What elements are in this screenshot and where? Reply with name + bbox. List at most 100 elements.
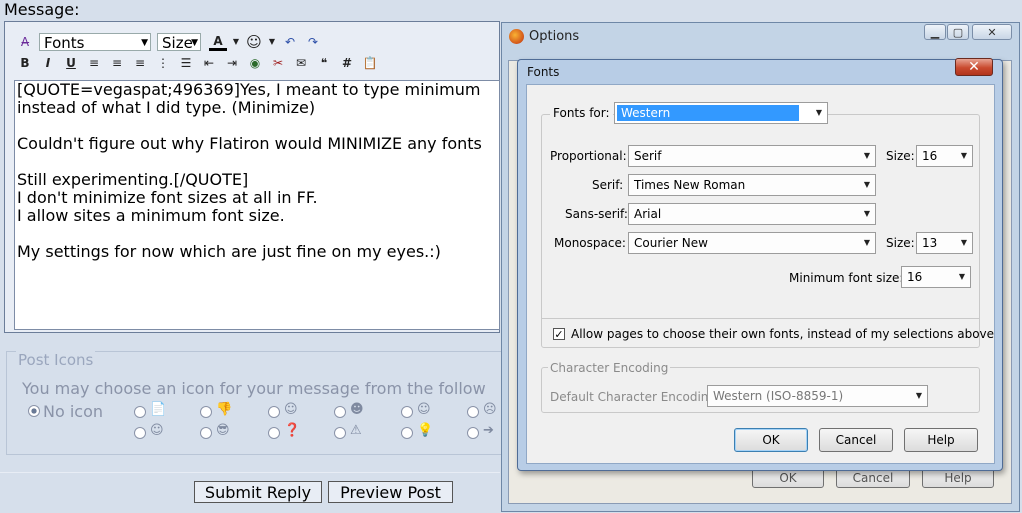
message-line: Still experimenting.[/QUOTE] [17,170,249,189]
fonts-dialog-title: Fonts [527,65,560,79]
allow-pages-label: Allow pages to choose their own fonts, i… [571,327,995,341]
text-color-icon[interactable]: A [209,34,227,51]
insert-email-icon[interactable]: ✉ [292,54,310,72]
unordered-list-icon[interactable]: ☰ [177,54,195,72]
fonts-help-button[interactable]: Help [904,428,978,452]
post-icon-teeth-icon: ☺ [417,402,431,417]
close-icon: ✕ [968,59,980,75]
serif-label: Serif: [592,178,624,192]
ordered-list-icon[interactable]: ⋮ [154,54,172,72]
chevron-down-icon: ▼ [863,180,870,189]
fonts-for-label: Fonts for: [550,106,613,120]
post-icon-radio[interactable] [268,406,280,418]
default-encoding-label: Default Character Encoding: [550,390,721,404]
min-font-size-label: Minimum font size: [789,271,904,285]
options-close-button[interactable]: ✕ [972,24,1012,40]
post-icon-radio[interactable] [401,427,413,439]
chevron-down-icon: ▼ [863,238,870,247]
post-icon-radio[interactable] [334,427,346,439]
maximize-button[interactable]: ▢ [947,24,969,40]
message-line [17,153,497,171]
allow-pages-checkbox[interactable]: ✓ [553,328,565,340]
post-icon-radio[interactable] [401,406,413,418]
preview-post-button[interactable]: Preview Post [328,481,453,503]
post-icon-grin-icon: ☻ [350,402,364,417]
post-icon-document-icon: 📄 [150,402,167,417]
smiley-icon[interactable]: ☺ [245,33,263,51]
post-icon-radio[interactable] [268,427,280,439]
proportional-select[interactable]: Serif ▼ [628,145,876,167]
post-icon-radio[interactable] [134,406,146,418]
monospace-size-select[interactable]: 13 ▼ [916,232,973,254]
monospace-label: Monospace: [554,236,626,250]
indent-icon[interactable]: ⇥ [223,54,241,72]
post-icon-arrow-icon: ➔ [483,423,494,438]
message-line [17,225,497,243]
chevron-down-icon: ▼ [863,151,870,160]
remove-format-icon[interactable]: A̶ [16,33,34,51]
message-line: Couldn't figure out why Flatiron would M… [17,134,482,153]
paste-icon[interactable]: 📋 [361,54,379,72]
message-label: Message: [4,0,80,19]
quote-icon[interactable]: ❝ [315,54,333,72]
remove-link-icon[interactable]: ✂ [269,54,287,72]
no-icon-label: No icon [43,402,104,421]
font-select[interactable]: Fonts ▼ [39,33,151,52]
chevron-down-icon[interactable]: ▼ [268,33,276,51]
post-icon-radio-none[interactable] [28,405,40,417]
post-icon-radio[interactable] [200,406,212,418]
post-icon-lightbulb-icon: 💡 [417,423,434,438]
chevron-down-icon: ▼ [960,238,967,247]
align-right-icon[interactable]: ≡ [131,54,149,72]
maximize-icon: ▢ [952,26,964,39]
bold-icon[interactable]: B [16,54,34,72]
close-icon: ✕ [987,26,997,39]
align-left-icon[interactable]: ≡ [85,54,103,72]
monospace-select[interactable]: Courier New ▼ [628,232,876,254]
post-icon-radio[interactable] [200,427,212,439]
post-icon-radio[interactable] [467,427,479,439]
min-font-size-select[interactable]: 16 ▼ [901,266,971,288]
code-icon[interactable]: # [338,54,356,72]
proportional-label: Proportional: [550,149,627,163]
outdent-icon[interactable]: ⇤ [200,54,218,72]
post-icon-radio[interactable] [334,406,346,418]
post-icon-radio[interactable] [467,406,479,418]
size-select[interactable]: Size ▼ [157,33,201,52]
serif-select[interactable]: Times New Roman ▼ [628,174,876,196]
sans-serif-select[interactable]: Arial ▼ [628,203,876,225]
chevron-down-icon[interactable]: ▼ [232,33,240,51]
message-line: I allow sites a minimum font size. [17,206,285,225]
post-icon-radio[interactable] [134,427,146,439]
post-icon-question-icon: ❓ [284,423,301,438]
proportional-size-select[interactable]: 16 ▼ [916,145,973,167]
message-line: [QUOTE=vegaspat;496369]Yes, I meant to t… [17,80,481,99]
message-line: I don't minimize font sizes at all in FF… [17,188,318,207]
redo-icon[interactable]: ↷ [304,33,322,51]
character-encoding-legend: Character Encoding [548,361,671,375]
post-icon-warning-icon: ⚠ [350,423,362,438]
fonts-ok-button[interactable]: OK [734,428,808,452]
chevron-down-icon: ▼ [863,209,870,218]
post-icon-happy-icon: ☺ [150,423,164,438]
message-line [17,117,497,135]
editor-toolbar-row-1: A̶ Fonts ▼ Size ▼ A ▼ ☺ ▼ ↶ ↷ [16,33,327,52]
minimize-button[interactable]: ▁ [924,24,946,40]
align-center-icon[interactable]: ≡ [108,54,126,72]
undo-icon[interactable]: ↶ [281,33,299,51]
underline-icon[interactable]: U [62,54,80,72]
message-textarea[interactable]: [QUOTE=vegaspat;496369]Yes, I meant to t… [14,80,500,330]
italic-icon[interactable]: I [39,54,57,72]
chevron-down-icon: ▼ [141,38,148,48]
fonts-close-button[interactable]: ✕ [955,58,993,76]
fonts-for-select[interactable]: Western ▼ [614,102,828,124]
check-icon: ✓ [554,328,564,341]
submit-reply-button[interactable]: Submit Reply [194,481,322,503]
post-icon-cool-icon: 😎 [216,423,230,438]
fonts-cancel-button[interactable]: Cancel [819,428,893,452]
insert-link-icon[interactable]: ◉ [246,54,264,72]
default-encoding-select[interactable]: Western (ISO-8859-1) ▼ [707,385,928,407]
options-window-title: Options [529,29,580,44]
post-icon-frown-icon: ☹ [483,402,497,417]
chevron-down-icon: ▼ [191,38,198,48]
